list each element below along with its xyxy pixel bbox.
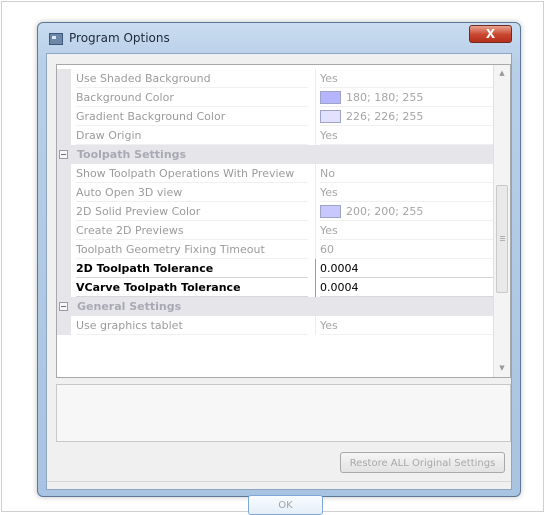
color-swatch-icon[interactable] (320, 204, 341, 218)
collapse-toggle-icon[interactable] (59, 302, 68, 311)
column-divider (315, 88, 316, 107)
property-name: Draw Origin (76, 126, 308, 145)
category-label: General Settings (77, 300, 182, 313)
row-gutter (57, 221, 71, 240)
property-value-text: 0.0004 (320, 262, 359, 275)
color-swatch-icon[interactable] (320, 90, 341, 104)
property-value-text: No (320, 167, 335, 180)
property-name: Use Shaded Background (76, 69, 308, 88)
column-divider (315, 107, 316, 126)
property-value[interactable]: 180; 180; 255 (320, 88, 494, 107)
dialog-client-area: Use Shaded Background Yes Background Color… (46, 53, 512, 515)
property-row[interactable]: 2D Solid Preview Color 200; 200; 255 (57, 202, 494, 221)
row-gutter (57, 126, 71, 145)
row-gutter (57, 278, 71, 297)
property-value-text: Yes (320, 129, 338, 142)
program-options-dialog: Program Options X Use Shaded Background Y… (37, 22, 521, 515)
property-value[interactable]: No (320, 164, 494, 183)
row-gutter (57, 240, 71, 259)
row-gutter (57, 107, 71, 126)
property-row[interactable]: Use Shaded Background Yes (57, 69, 494, 88)
property-value[interactable]: Yes (320, 183, 494, 202)
title-bar[interactable]: Program Options X (38, 23, 520, 53)
property-row[interactable]: Use graphics tablet Yes (57, 316, 494, 335)
row-gutter (57, 259, 71, 278)
property-grid-scrollbar[interactable]: ▲ ▼ (493, 65, 510, 377)
column-divider (315, 259, 316, 278)
property-value[interactable]: Yes (320, 221, 494, 240)
property-value-text: Yes (320, 319, 338, 332)
category-row[interactable]: General Settings (57, 297, 494, 316)
property-name: 2D Toolpath Tolerance (76, 259, 308, 278)
property-value-text: Yes (320, 72, 338, 85)
property-name: Toolpath Geometry Fixing Timeout (76, 240, 308, 259)
ok-button[interactable]: OK (248, 495, 323, 515)
property-name: VCarve Toolpath Tolerance (76, 278, 308, 297)
property-name: 2D Solid Preview Color (76, 202, 308, 221)
column-divider (315, 164, 316, 183)
window-title: Program Options (69, 31, 170, 45)
property-name: Background Color (76, 88, 308, 107)
column-divider (315, 316, 316, 335)
property-value[interactable]: 226; 226; 255 (320, 107, 494, 126)
property-value[interactable]: Yes (320, 69, 494, 88)
description-pane (56, 384, 511, 442)
color-swatch-icon[interactable] (320, 109, 341, 123)
column-divider (315, 183, 316, 202)
category-label: Toolpath Settings (77, 148, 187, 161)
property-name: Create 2D Previews (76, 221, 308, 240)
property-row[interactable]: Show Toolpath Operations With Preview No (57, 164, 494, 183)
collapse-toggle-icon[interactable] (59, 150, 68, 159)
property-value[interactable]: Yes (320, 316, 494, 335)
app-icon (49, 33, 63, 45)
property-value[interactable]: Yes (320, 126, 494, 145)
column-divider (315, 240, 316, 259)
property-value-text: Yes (320, 186, 338, 199)
property-row[interactable]: Background Color 180; 180; 255 (57, 88, 494, 107)
property-grid: Use Shaded Background Yes Background Color… (56, 64, 511, 378)
row-gutter (57, 164, 71, 183)
scroll-down-arrow-icon[interactable]: ▼ (494, 360, 510, 377)
column-divider (315, 278, 316, 297)
row-gutter (57, 88, 71, 107)
property-name: Gradient Background Color (76, 107, 308, 126)
property-row[interactable]: Auto Open 3D view Yes (57, 183, 494, 202)
footer-separator (47, 481, 511, 482)
property-value-text: 0.0004 (320, 281, 359, 294)
scroll-thumb[interactable] (496, 185, 508, 293)
property-row[interactable]: Toolpath Geometry Fixing Timeout 60 (57, 240, 494, 259)
property-name: Use graphics tablet (76, 316, 308, 335)
property-value[interactable]: 0.0004 (320, 259, 494, 278)
property-row[interactable]: Create 2D Previews Yes (57, 221, 494, 240)
property-value[interactable]: 0.0004 (320, 278, 494, 297)
property-value[interactable]: 60 (320, 240, 494, 259)
row-gutter (57, 69, 71, 88)
property-value[interactable]: 200; 200; 255 (320, 202, 494, 221)
column-divider (315, 126, 316, 145)
scroll-up-arrow-icon[interactable]: ▲ (494, 65, 510, 82)
column-divider (315, 202, 316, 221)
property-value-text: 60 (320, 243, 334, 256)
property-name: Auto Open 3D view (76, 183, 308, 202)
property-row[interactable]: VCarve Toolpath Tolerance 0.0004 (57, 278, 494, 297)
scroll-grip-icon (500, 236, 505, 237)
property-row[interactable]: 2D Toolpath Tolerance 0.0004 (57, 259, 494, 278)
column-divider (315, 221, 316, 240)
property-row[interactable]: Gradient Background Color 226; 226; 255 (57, 107, 494, 126)
property-grid-rows: Use Shaded Background Yes Background Color… (57, 65, 494, 377)
property-value-text: 180; 180; 255 (346, 91, 424, 104)
property-value-text: 226; 226; 255 (346, 110, 424, 123)
column-divider (315, 69, 316, 88)
row-gutter (57, 183, 71, 202)
category-row[interactable]: Toolpath Settings (57, 145, 494, 164)
row-gutter (57, 316, 71, 335)
row-gutter (57, 202, 71, 221)
property-value-text: 200; 200; 255 (346, 205, 424, 218)
property-name: Show Toolpath Operations With Preview (76, 164, 308, 183)
property-value-text: Yes (320, 224, 338, 237)
restore-all-original-settings-button[interactable]: Restore ALL Original Settings (340, 452, 505, 473)
property-row[interactable]: Draw Origin Yes (57, 126, 494, 145)
close-button[interactable]: X (469, 25, 512, 43)
